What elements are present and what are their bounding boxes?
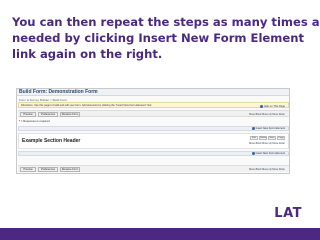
plus-icon [252,152,255,155]
insert-link-label: Insert New Form Element [255,127,285,130]
insert-element-link[interactable]: Insert New Form Element [252,152,285,156]
required-note-text: = Response is required [20,119,50,123]
page-title: Build Form: Demonstration Form [17,89,289,96]
section-header-row: Example Section Header Edit Delete Save … [18,133,289,149]
top-toolbar: Preview Preferences Rename Form Move Blo… [18,110,289,117]
section-header-title: Example Section Header [22,138,81,144]
insert-link-label: Insert New Form Element [255,152,285,155]
move-links[interactable]: Move Block Move Up Move Down [249,113,285,116]
rename-form-button[interactable]: Rename Form [60,167,80,172]
preview-button[interactable]: Preview [20,112,36,117]
preview-button[interactable]: Preview [20,167,36,172]
directions-text: Directions: Use this page to build and e… [21,104,153,107]
insert-element-bar: Insert New Form Element [18,126,289,131]
plus-icon [252,127,255,130]
copy-button[interactable]: Copy [277,136,285,140]
bottom-toolbar: Preview Preferences Rename Form Move Blo… [18,165,289,172]
section-move-links[interactable]: Move Block Move Up Move Down [249,142,285,145]
directions-box: Directions: Use this page to build and e… [18,102,289,108]
preferences-button[interactable]: Preferences [38,112,58,117]
footer-bar [0,228,320,240]
instruction-line: link again on the right. [12,47,163,61]
lat-logo: LAT [274,206,302,221]
move-links[interactable]: Move Block Move Up Move Down [249,168,285,171]
instruction-line: needed by clicking Insert New Form Eleme… [12,31,305,45]
help-icon [260,105,263,108]
help-link-label: Help on This Page [263,105,285,108]
section-edit-buttons: Edit Delete Save Copy [250,136,285,140]
help-link[interactable]: Help on This Page [260,104,285,109]
insert-element-bar: Insert New Form Element [18,151,289,156]
rename-form-button[interactable]: Rename Form [60,112,80,117]
slide-instruction-text: You can then repeat the steps as many ti… [12,14,320,62]
save-button[interactable]: Save [268,136,276,140]
form-builder-screenshot: Build Form: Demonstration Form Form & Su… [16,88,290,174]
instruction-line: You can then repeat the steps as many ti… [12,15,320,29]
delete-button[interactable]: Delete [259,136,267,140]
required-note: * = Response is required [19,119,50,123]
edit-button[interactable]: Edit [250,136,258,140]
insert-element-link[interactable]: Insert New Form Element [252,127,285,131]
preferences-button[interactable]: Preferences [38,167,58,172]
